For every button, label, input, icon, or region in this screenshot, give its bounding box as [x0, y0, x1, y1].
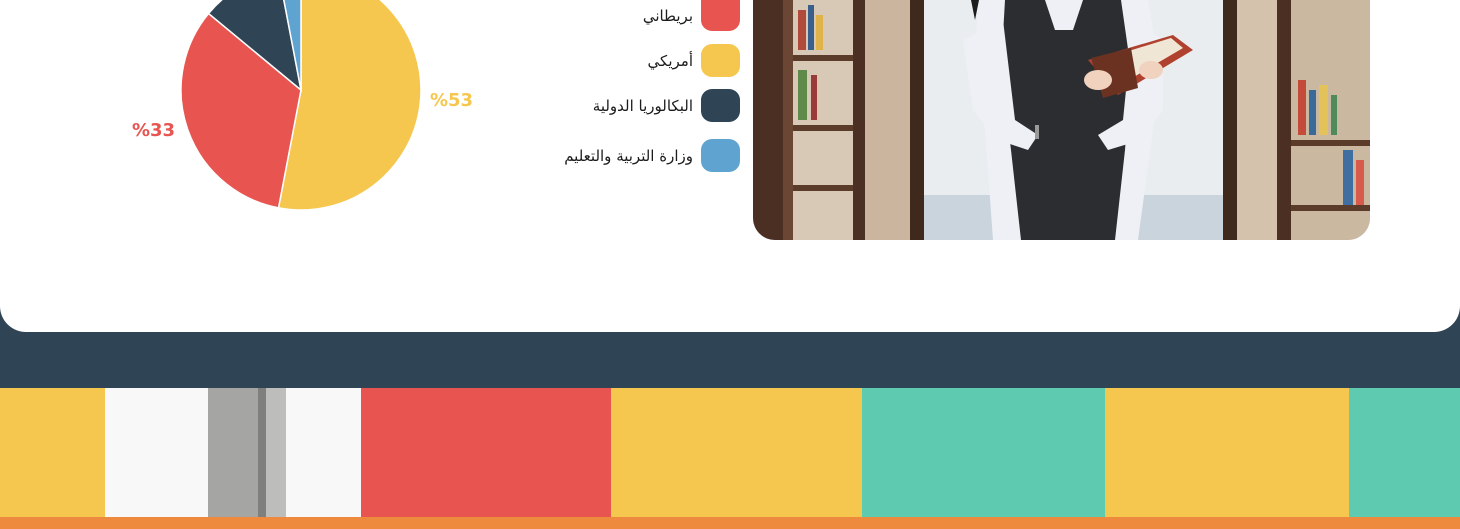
- legend-item-moe: وزارة التربية والتعليم: [564, 139, 740, 172]
- strip-door-edge: [258, 388, 266, 517]
- strip-door-frame: [208, 388, 258, 517]
- strip-yellow-mid: [611, 388, 862, 517]
- data-label-british: %33: [132, 120, 176, 141]
- legend-swatch: [701, 44, 740, 77]
- orange-band: [0, 517, 1460, 529]
- strip-yellow-right: [1105, 388, 1349, 517]
- legend-swatch: [701, 0, 740, 31]
- data-label-american: %53: [430, 90, 474, 111]
- legend-label: البكالوريا الدولية: [592, 96, 693, 115]
- legend-label: وزارة التربية والتعليم: [564, 146, 693, 165]
- content-card: %53 %33 بريطاني أمريكي البكالوريا الدولي…: [0, 0, 1460, 332]
- legend-item-ib: البكالوريا الدولية: [593, 89, 740, 122]
- strip-teal-right: [1349, 388, 1460, 517]
- legend-label: بريطاني: [642, 6, 693, 25]
- legend-item-british: بريطاني: [643, 0, 740, 31]
- pie-chart: [180, 0, 422, 211]
- legend-item-american: أمريكي: [648, 44, 740, 77]
- library-photo: [753, 0, 1370, 240]
- legend-swatch: [701, 89, 740, 122]
- legend-label: أمريكي: [647, 51, 693, 70]
- strip-yellow-left: [0, 388, 105, 517]
- strip-door-frame-right: [266, 388, 286, 517]
- strip-teal-mid: [862, 388, 1105, 517]
- strip-red: [361, 388, 611, 517]
- photo-illustration: [753, 0, 1370, 240]
- legend-swatch: [701, 139, 740, 172]
